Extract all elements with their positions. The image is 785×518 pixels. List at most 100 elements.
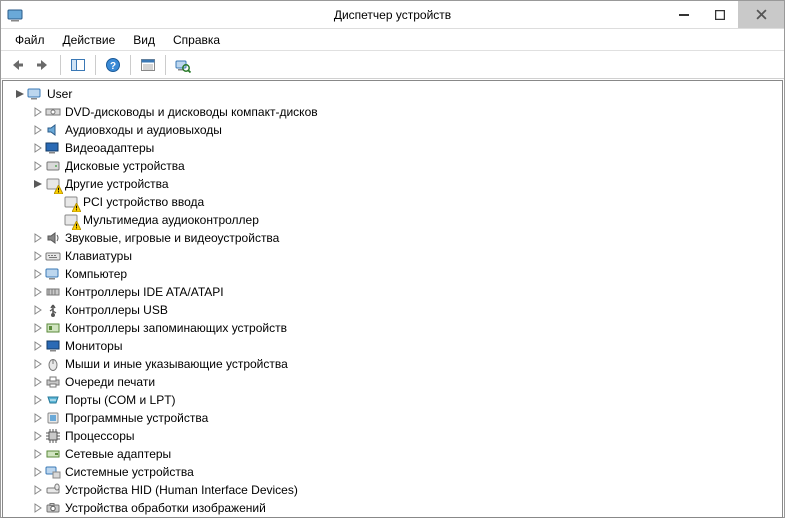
expand-icon[interactable] — [31, 393, 45, 407]
expand-icon[interactable] — [31, 465, 45, 479]
expand-icon[interactable] — [31, 285, 45, 299]
ide-controller-icon — [45, 284, 61, 300]
expand-icon[interactable] — [31, 321, 45, 335]
unknown-device-icon — [63, 212, 79, 228]
tree-device-pci-input[interactable]: PCI устройство ввода — [49, 193, 782, 211]
expand-icon[interactable] — [31, 231, 45, 245]
tree-category-ide-ata[interactable]: Контроллеры IDE ATA/ATAPI — [31, 283, 782, 301]
tree-category-hid[interactable]: Устройства HID (Human Interface Devices) — [31, 481, 782, 499]
other-devices-icon — [45, 176, 61, 192]
tree-category-monitors[interactable]: Мониторы — [31, 337, 782, 355]
node-label: Очереди печати — [65, 375, 155, 389]
node-label: Аудиовходы и аудиовыходы — [65, 123, 222, 137]
tree-category-audio-io[interactable]: Аудиовходы и аудиовыходы — [31, 121, 782, 139]
menu-help[interactable]: Справка — [165, 32, 228, 48]
properties-button[interactable] — [136, 54, 160, 76]
node-label: DVD-дисководы и дисководы компакт-дисков — [65, 105, 318, 119]
device-tree[interactable]: User DVD-дисководы и дисководы компакт-д… — [2, 80, 783, 518]
tree-category-dvd[interactable]: DVD-дисководы и дисководы компакт-дисков — [31, 103, 782, 121]
tree-category-network-adapters[interactable]: Сетевые адаптеры — [31, 445, 782, 463]
tree-category-video-adapters[interactable]: Видеоадаптеры — [31, 139, 782, 157]
expand-icon[interactable] — [31, 123, 45, 137]
node-label: Процессоры — [65, 429, 135, 443]
window-controls — [666, 1, 784, 28]
tree-category-sound-game-video[interactable]: Звуковые, игровые и видеоустройства — [31, 229, 782, 247]
expand-icon[interactable] — [31, 159, 45, 173]
toolbar-separator — [60, 55, 61, 75]
expand-icon[interactable] — [31, 249, 45, 263]
node-label: Другие устройства — [65, 177, 169, 191]
node-label: Видеоадаптеры — [65, 141, 154, 155]
nav-back-button[interactable] — [5, 54, 29, 76]
tree-category-mice[interactable]: Мыши и иные указывающие устройства — [31, 355, 782, 373]
expand-icon[interactable] — [31, 447, 45, 461]
expand-icon[interactable] — [31, 141, 45, 155]
speaker-icon — [45, 230, 61, 246]
menu-file[interactable]: Файл — [7, 32, 53, 48]
menubar: Файл Действие Вид Справка — [1, 29, 784, 51]
tree-category-computer[interactable]: Компьютер — [31, 265, 782, 283]
tree-category-disk-drives[interactable]: Дисковые устройства — [31, 157, 782, 175]
dvd-drive-icon — [45, 104, 61, 120]
computer-icon — [27, 86, 43, 102]
node-label: Мыши и иные указывающие устройства — [65, 357, 288, 371]
tree-category-usb[interactable]: Контроллеры USB — [31, 301, 782, 319]
tree-category-keyboards[interactable]: Клавиатуры — [31, 247, 782, 265]
close-button[interactable] — [738, 1, 784, 28]
tree-category-system-devices[interactable]: Системные устройства — [31, 463, 782, 481]
scan-hardware-button[interactable] — [171, 54, 195, 76]
menu-action[interactable]: Действие — [55, 32, 124, 48]
nav-forward-button[interactable] — [31, 54, 55, 76]
software-device-icon — [45, 410, 61, 426]
node-label: Контроллеры USB — [65, 303, 168, 317]
node-label: Устройства обработки изображений — [65, 501, 266, 515]
unknown-device-icon — [63, 194, 79, 210]
expand-icon[interactable] — [31, 429, 45, 443]
collapse-icon[interactable] — [13, 87, 27, 101]
minimize-button[interactable] — [666, 1, 702, 28]
node-label: Клавиатуры — [65, 249, 132, 263]
maximize-button[interactable] — [702, 1, 738, 28]
titlebar: Диспетчер устройств — [1, 1, 784, 29]
expand-icon[interactable] — [31, 105, 45, 119]
node-label: Мониторы — [65, 339, 122, 353]
node-label: Звуковые, игровые и видеоустройства — [65, 231, 279, 245]
node-label: Сетевые адаптеры — [65, 447, 171, 461]
disk-drive-icon — [45, 158, 61, 174]
node-label: Программные устройства — [65, 411, 208, 425]
tree-category-imaging[interactable]: Устройства обработки изображений — [31, 499, 782, 517]
expand-icon[interactable] — [31, 375, 45, 389]
collapse-icon[interactable] — [31, 177, 45, 191]
node-label: Мультимедиа аудиоконтроллер — [83, 213, 259, 227]
menu-view[interactable]: Вид — [125, 32, 163, 48]
tree-category-print-queues[interactable]: Очереди печати — [31, 373, 782, 391]
tree-category-software-devices[interactable]: Программные устройства — [31, 409, 782, 427]
node-label: Порты (COM и LPT) — [65, 393, 176, 407]
expand-icon[interactable] — [31, 411, 45, 425]
expand-icon[interactable] — [31, 303, 45, 317]
hid-icon — [45, 482, 61, 498]
audio-io-icon — [45, 122, 61, 138]
help-button[interactable]: ? — [101, 54, 125, 76]
node-label: Компьютер — [65, 267, 127, 281]
expand-icon[interactable] — [31, 501, 45, 515]
expand-icon[interactable] — [31, 483, 45, 497]
toolbar: ? — [1, 51, 784, 79]
expand-icon[interactable] — [31, 267, 45, 281]
tree-root[interactable]: User — [13, 85, 782, 103]
node-label: Контроллеры запоминающих устройств — [65, 321, 287, 335]
expand-icon[interactable] — [31, 339, 45, 353]
expand-icon[interactable] — [31, 357, 45, 371]
tree-category-other-devices[interactable]: Другие устройства — [31, 175, 782, 193]
node-label: Устройства HID (Human Interface Devices) — [65, 483, 298, 497]
tree-device-multimedia-audio[interactable]: Мультимедиа аудиоконтроллер — [49, 211, 782, 229]
node-label: Контроллеры IDE ATA/ATAPI — [65, 285, 224, 299]
tree-category-storage-controllers[interactable]: Контроллеры запоминающих устройств — [31, 319, 782, 337]
printer-icon — [45, 374, 61, 390]
toolbar-separator — [130, 55, 131, 75]
node-label: Системные устройства — [65, 465, 194, 479]
tree-category-ports[interactable]: Порты (COM и LPT) — [31, 391, 782, 409]
tree-category-processors[interactable]: Процессоры — [31, 427, 782, 445]
imaging-device-icon — [45, 500, 61, 516]
show-hide-console-tree-button[interactable] — [66, 54, 90, 76]
